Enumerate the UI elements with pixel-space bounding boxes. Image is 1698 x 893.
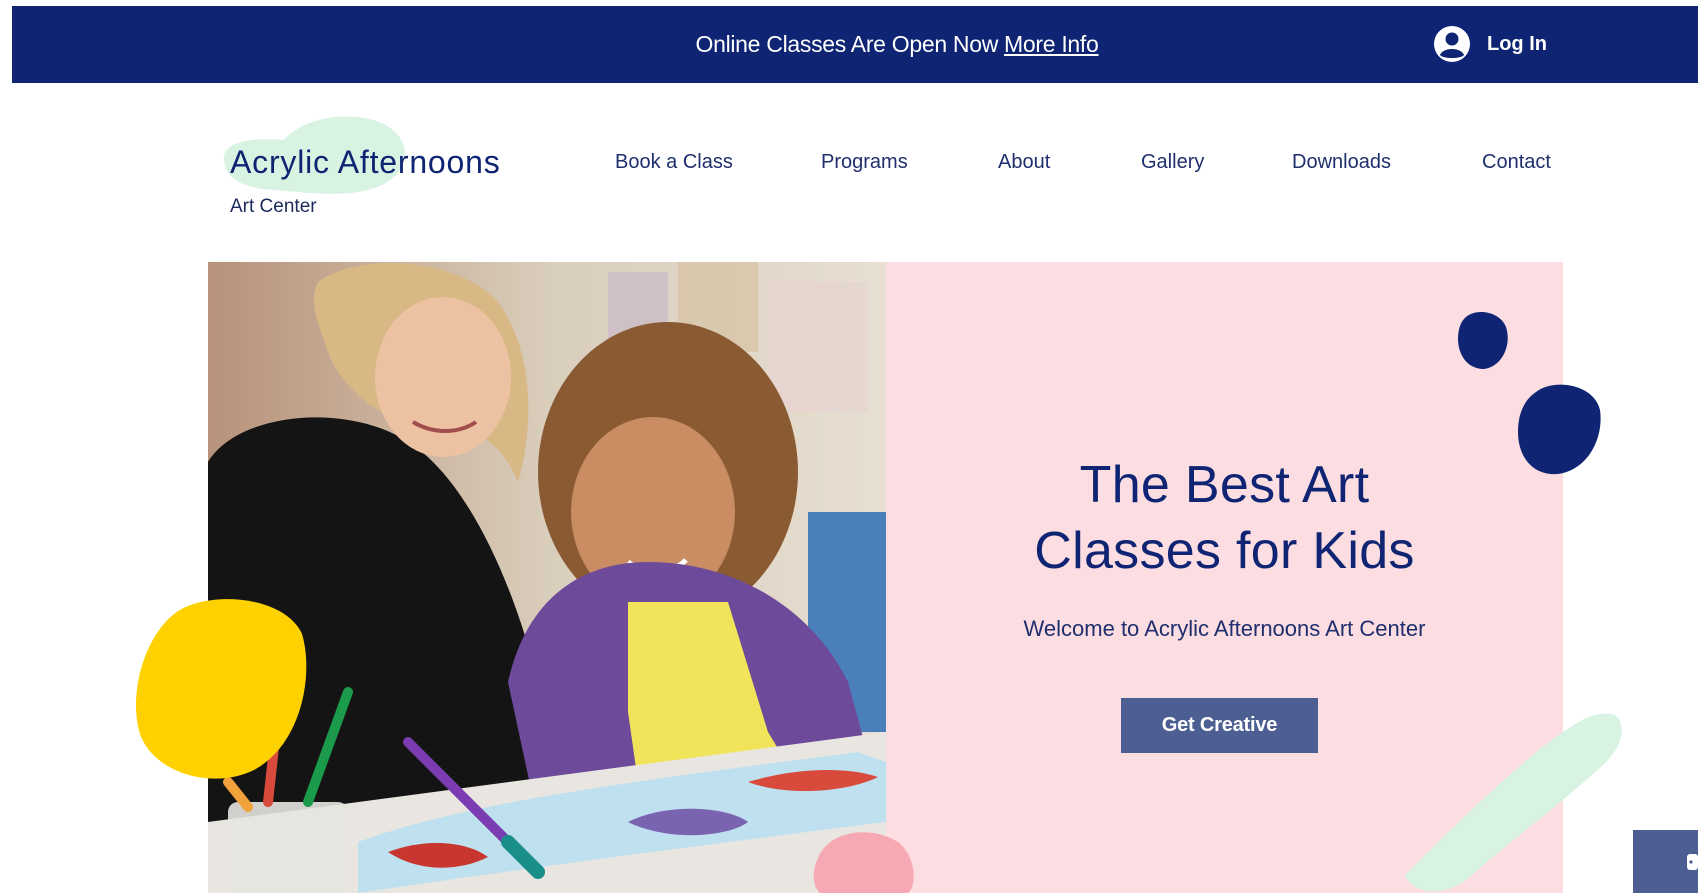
brand-subtitle: Art Center [230,196,317,217]
site-logo[interactable]: Acrylic Afternoons Art Center [200,108,530,228]
login-button[interactable]: Log In [1433,25,1547,63]
hero-subtitle: Welcome to Acrylic Afternoons Art Center [1023,616,1426,641]
chat-icon [1687,854,1698,870]
more-info-link[interactable]: More Info [1004,31,1099,57]
navy-dot-large-decoration [1518,384,1601,475]
pink-blob-decoration [813,832,914,893]
hero-title-line-1: The Best Art [1079,456,1370,514]
get-creative-button[interactable]: Get Creative [1121,698,1318,753]
nav-item-about[interactable]: About [998,151,1050,174]
navy-dot-small-decoration [1458,312,1508,369]
nav-item-book-a-class[interactable]: Book a Class [615,151,733,174]
chat-button[interactable] [1633,830,1698,893]
mint-brushstroke-decoration [1405,713,1622,892]
user-avatar-icon [1434,26,1470,62]
announcement-bar: Online Classes Are Open Now More Info Log… [12,6,1698,83]
brand-name: Acrylic Afternoons [230,144,501,180]
hero-photo-illustration [208,262,886,893]
yellow-blob-decoration [135,599,307,779]
hero-title-line-2: Classes for Kids [1034,522,1415,580]
login-label: Log In [1487,32,1547,55]
nav-item-downloads[interactable]: Downloads [1292,151,1391,174]
nav-item-contact[interactable]: Contact [1482,151,1551,174]
nav-item-programs[interactable]: Programs [821,151,908,174]
hero-photo [208,262,886,893]
nav-item-gallery[interactable]: Gallery [1141,151,1204,174]
hero-title: The Best Art Classes for Kids [886,452,1563,584]
announcement: Online Classes Are Open Now More Info [12,31,1412,58]
announcement-text: Online Classes Are Open Now [695,31,999,57]
